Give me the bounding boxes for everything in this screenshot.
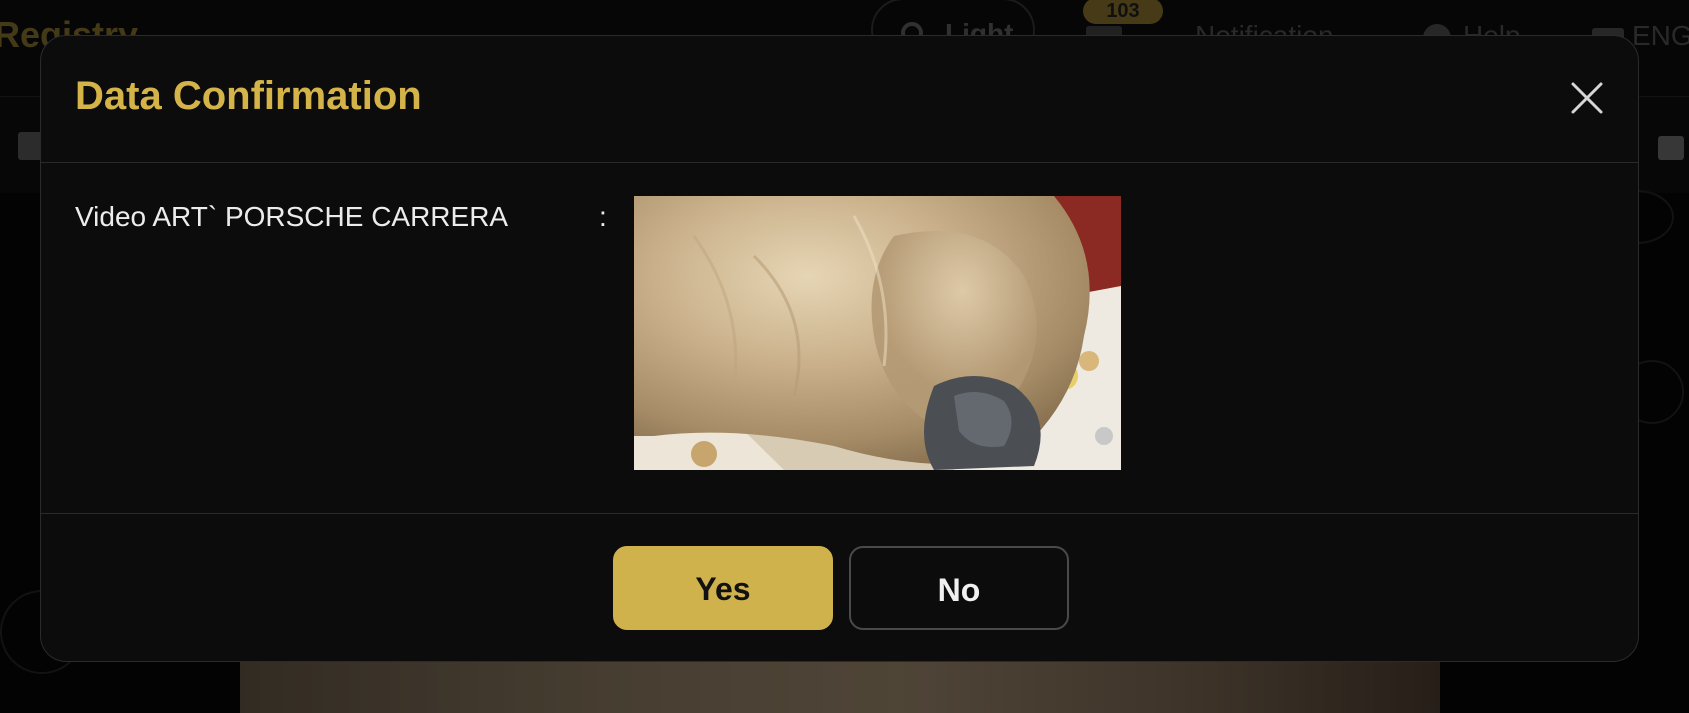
video-thumbnail[interactable] <box>634 196 1121 470</box>
video-frame-image <box>634 196 1121 470</box>
yes-button[interactable]: Yes <box>613 546 833 630</box>
field-separator: : <box>599 201 607 232</box>
page: Registry Light 103 Notification Help ENG… <box>0 0 1689 713</box>
dialog-body: Video ART` PORSCHE CARRERA : <box>41 163 1638 514</box>
close-icon <box>1571 82 1603 114</box>
close-button[interactable] <box>1569 80 1605 116</box>
no-button[interactable]: No <box>849 546 1069 630</box>
dialog-title: Data Confirmation <box>75 74 422 118</box>
dialog-header: Data Confirmation <box>41 36 1638 163</box>
data-confirmation-dialog: Data Confirmation Video ART` PORSCHE CAR… <box>40 35 1639 662</box>
field-label: Video ART` PORSCHE CARRERA <box>75 201 509 232</box>
dialog-footer: Yes No <box>41 514 1638 661</box>
